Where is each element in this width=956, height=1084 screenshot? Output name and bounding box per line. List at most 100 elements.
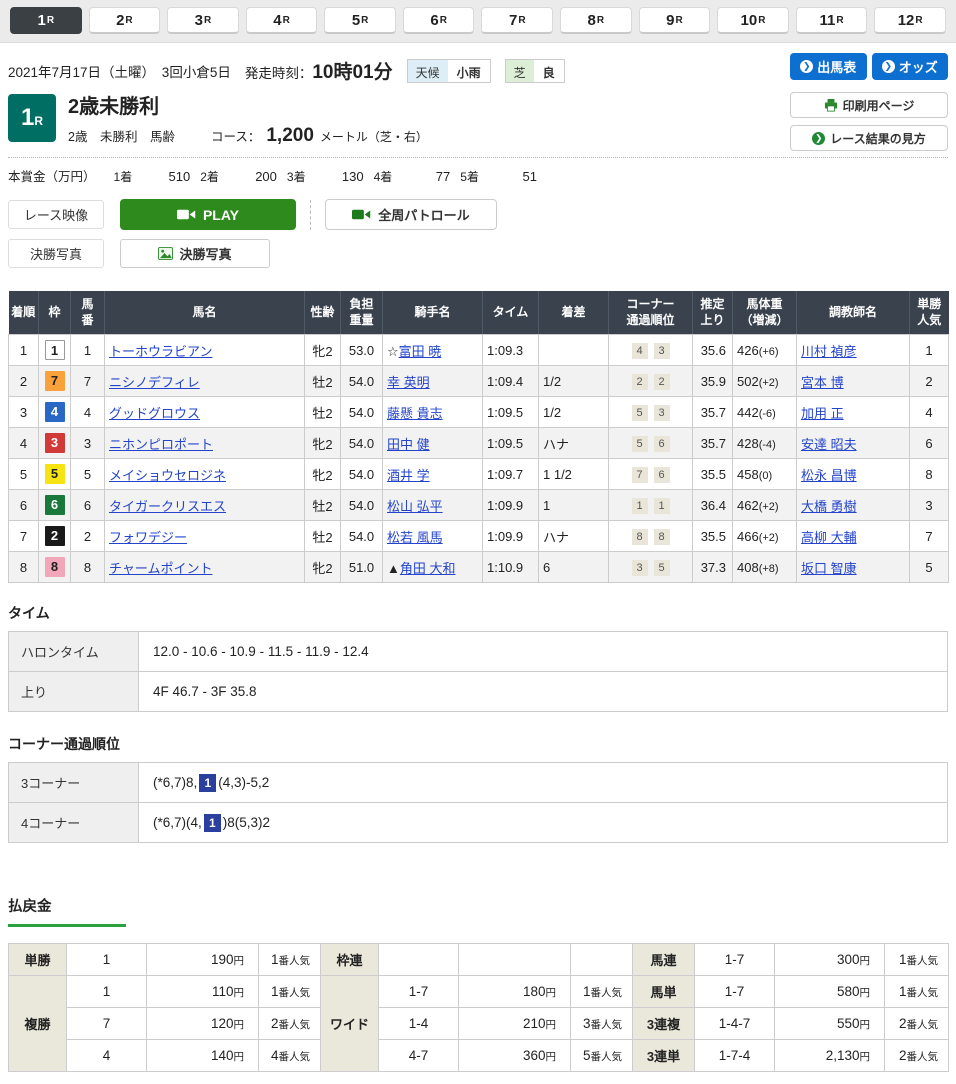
- payout-popularity: 1番人気: [259, 944, 321, 976]
- col-corner-order: コーナー 通過順位: [609, 291, 693, 335]
- trainer-link[interactable]: 加用 正: [801, 406, 844, 421]
- estimated-agari: 35.5: [693, 521, 733, 552]
- payout-combo: 4-7: [379, 1040, 459, 1072]
- horse-name-link[interactable]: グッドグロウス: [109, 406, 200, 421]
- payout-amount: [459, 944, 571, 976]
- result-row: 6 6 6 タイガークリスエス 牡2 54.0 松山 弘平 1:09.9 1 1…: [9, 490, 949, 521]
- corner-position: 3: [654, 343, 670, 359]
- finish-photo-label: 決勝写真: [8, 239, 104, 268]
- tab-race-8[interactable]: 8R: [560, 7, 632, 34]
- tab-race-4[interactable]: 4R: [246, 7, 318, 34]
- jockey-link[interactable]: 松山 弘平: [387, 499, 443, 514]
- jockey-link[interactable]: 富田 暁: [399, 344, 442, 359]
- finish-time: 1:09.9: [483, 490, 539, 521]
- turf-condition-badge: 芝 良: [505, 59, 565, 83]
- sex-age: 牡2: [305, 366, 341, 397]
- col-weight-carried: 負担 重量: [341, 291, 383, 335]
- print-page-button[interactable]: 印刷用ページ: [790, 92, 948, 118]
- printer-icon: [824, 99, 838, 112]
- body-weight: 408: [737, 560, 759, 575]
- tab-race-12[interactable]: 12R: [874, 7, 946, 34]
- trainer-link[interactable]: 松永 昌博: [801, 468, 857, 483]
- col-sex-age: 性齢: [305, 291, 341, 335]
- weight-carried: 54.0: [341, 490, 383, 521]
- col-margin: 着差: [539, 291, 609, 335]
- frame-number: 1: [45, 340, 65, 360]
- frame-number: 8: [45, 557, 65, 577]
- finish-photo-button[interactable]: 決勝写真: [120, 239, 270, 268]
- result-row: 3 4 4 グッドグロウス 牡2 54.0 藤懸 貴志 1:09.5 1/2 5…: [9, 397, 949, 428]
- horse-name-link[interactable]: トーホウラビアン: [109, 344, 212, 359]
- payout-popularity: 2番人気: [885, 1040, 949, 1072]
- trainer-link[interactable]: 高柳 大輔: [801, 530, 857, 545]
- corner-position: 4: [632, 343, 648, 359]
- agari-value: 4F 46.7 - 3F 35.8: [139, 672, 948, 712]
- start-time-value: 10時01分: [312, 62, 392, 83]
- video-camera-icon: [177, 208, 196, 221]
- jockey-mark: ▲: [387, 561, 400, 576]
- payout-combo: 1: [67, 944, 147, 976]
- estimated-agari: 35.7: [693, 397, 733, 428]
- bet-type-place: 複勝: [9, 976, 67, 1072]
- payout-combo: [379, 944, 459, 976]
- jockey-mark: ☆: [387, 344, 399, 359]
- estimated-agari: 37.3: [693, 552, 733, 583]
- tab-race-11[interactable]: 11R: [796, 7, 868, 34]
- horse-name-link[interactable]: ニシノデフィレ: [109, 375, 200, 390]
- frame-number: 2: [45, 526, 65, 546]
- horse-name-link[interactable]: タイガークリスエス: [109, 499, 226, 514]
- horse-name-link[interactable]: フォワデジー: [109, 530, 187, 545]
- win-popularity: 4: [910, 397, 949, 428]
- jockey-link[interactable]: 角田 大和: [400, 561, 456, 576]
- result-row: 8 8 8 チャームポイント 牝2 51.0 ▲角田 大和 1:10.9 6 3…: [9, 552, 949, 583]
- result-row: 2 7 7 ニシノデフィレ 牡2 54.0 幸 英明 1:09.4 1/2 22…: [9, 366, 949, 397]
- patrol-video-button[interactable]: 全周パトロール: [325, 199, 497, 230]
- tab-race-7[interactable]: 7R: [481, 7, 553, 34]
- photo-icon: [158, 247, 173, 260]
- finish-position: 1: [9, 335, 39, 366]
- trainer-link[interactable]: 宮本 博: [801, 375, 844, 390]
- trainer-link[interactable]: 坂口 智康: [801, 561, 857, 576]
- horse-name-link[interactable]: ニホンピロポート: [109, 437, 213, 452]
- tab-race-9[interactable]: 9R: [639, 7, 711, 34]
- trainer-link[interactable]: 安達 昭夫: [801, 437, 857, 452]
- win-popularity: 5: [910, 552, 949, 583]
- jockey-link[interactable]: 田中 健: [387, 437, 430, 452]
- jockey-link[interactable]: 酒井 学: [387, 468, 430, 483]
- tab-race-10[interactable]: 10R: [717, 7, 789, 34]
- tab-race-3[interactable]: 3R: [167, 7, 239, 34]
- horse-number: 3: [71, 428, 105, 459]
- tab-race-2[interactable]: 2R: [89, 7, 161, 34]
- course-distance: 1,200: [266, 125, 314, 147]
- how-to-read-button[interactable]: ❯ レース結果の見方: [790, 125, 948, 151]
- tab-race-1[interactable]: 1R: [10, 7, 82, 34]
- tab-race-6[interactable]: 6R: [403, 7, 475, 34]
- corner-position: 5: [654, 560, 670, 576]
- corner-position: 7: [632, 467, 648, 483]
- course-label: コース：: [211, 126, 260, 145]
- frame-number: 4: [45, 402, 65, 422]
- jockey-link[interactable]: 幸 英明: [387, 375, 430, 390]
- horse-number: 1: [71, 335, 105, 366]
- tab-race-5[interactable]: 5R: [324, 7, 396, 34]
- agari-label: 上り: [9, 672, 139, 712]
- margin: 1: [539, 490, 609, 521]
- corner-position: 1: [632, 498, 648, 514]
- horse-name-link[interactable]: メイショウセロジネ: [109, 468, 226, 483]
- jockey-link[interactable]: 藤懸 貴志: [387, 406, 443, 421]
- entry-table-button[interactable]: ❯ 出馬表: [790, 53, 867, 80]
- finish-time: 1:09.5: [483, 397, 539, 428]
- odds-button[interactable]: ❯ オッズ: [872, 53, 949, 80]
- play-button[interactable]: PLAY: [120, 199, 296, 230]
- horse-name-link[interactable]: チャームポイント: [109, 561, 212, 576]
- trainer-link[interactable]: 川村 禎彦: [801, 344, 857, 359]
- sex-age: 牝2: [305, 459, 341, 490]
- lap-time-table: ハロンタイム 12.0 - 10.6 - 10.9 - 11.5 - 11.9 …: [8, 631, 948, 712]
- jockey-link[interactable]: 松若 風馬: [387, 530, 443, 545]
- finish-position: 5: [9, 459, 39, 490]
- estimated-agari: 36.4: [693, 490, 733, 521]
- weight-carried: 54.0: [341, 428, 383, 459]
- results-header-row: 着順 枠 馬 番 馬名 性齢 負担 重量 騎手名 タイム 着差 コーナー 通過順…: [9, 291, 949, 335]
- race-header: 2021年7月17日（土曜） 3回小倉5日 発走時刻：10時01分 天候 小雨 …: [8, 43, 948, 195]
- trainer-link[interactable]: 大橋 勇樹: [801, 499, 857, 514]
